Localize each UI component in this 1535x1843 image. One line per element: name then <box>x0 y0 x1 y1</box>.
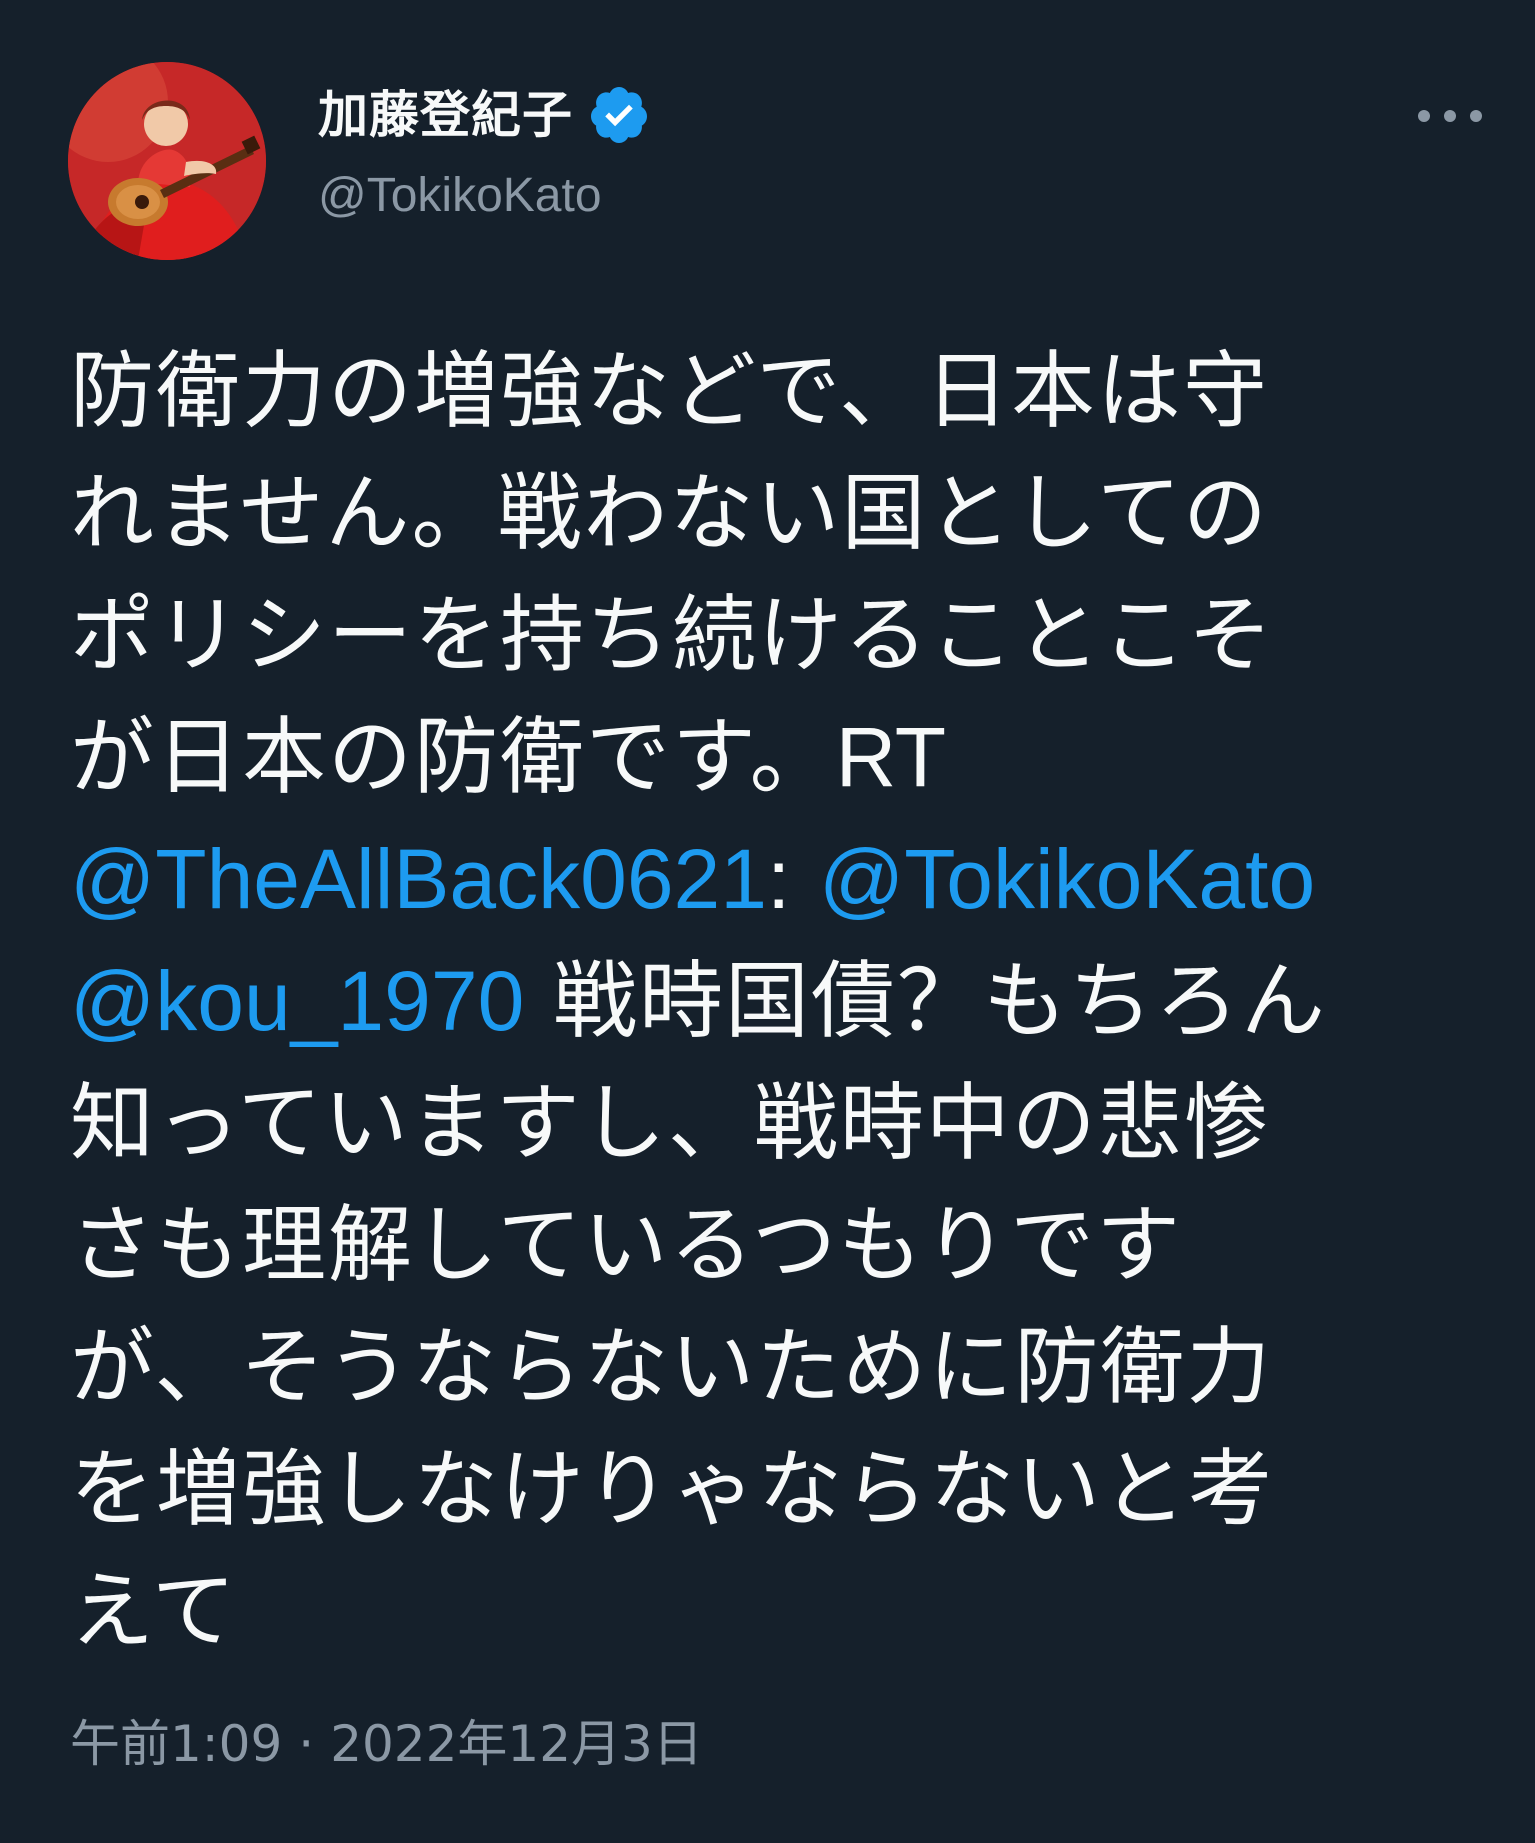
tweet: 加藤登紀子 @TokikoKato 防衛力の増強などで、日本は守 れません。戦わ… <box>0 0 1535 1843</box>
author-handle[interactable]: @TokikoKato <box>318 166 602 226</box>
display-name[interactable]: 加藤登紀子 <box>318 82 573 148</box>
tweet-date[interactable]: 2022年12月3日 <box>330 1712 703 1776</box>
tweet-text-line: が日本の防衛です。RT <box>70 696 1470 818</box>
retweet-marker: RT <box>835 710 947 804</box>
colon-text: : <box>766 832 791 926</box>
tweet-text-line: を増強しなけりゃならないと考 <box>70 1440 1275 1538</box>
tweet-text-segment: が日本の防衛です。 <box>70 708 836 806</box>
ellipsis-icon-dot <box>1418 110 1430 122</box>
ellipsis-icon-dot <box>1470 110 1482 122</box>
tweet-text-line: れません。戦わない国としての <box>70 464 1269 562</box>
mention-link[interactable]: @kou_1970 <box>70 954 524 1048</box>
tweet-text-line: えて <box>70 1562 238 1660</box>
tweet-text-line: @TheAllBack0621: @TokikoKato <box>70 818 1470 940</box>
tweet-text-line: 知っていますし、戦時中の悲惨 <box>70 1074 1270 1172</box>
meta-separator: · <box>298 1715 315 1773</box>
tweet-text: 防衛力の増強などで、日本は守 れません。戦わない国としての ポリシーを持ち続ける… <box>70 330 1470 1672</box>
tweet-text-line: が、そうならないために防衛力 <box>70 1318 1273 1416</box>
mention-link[interactable]: @TokikoKato <box>819 832 1315 926</box>
tweet-text-segment: 戦時国債？もちろん <box>553 952 1328 1050</box>
more-options-button[interactable] <box>1418 96 1482 136</box>
tweet-text-line: @kou_1970 戦時国債？もちろん <box>70 940 1470 1062</box>
tweet-text-line: さも理解しているつもりです <box>70 1196 1183 1294</box>
ellipsis-icon-dot <box>1444 110 1456 122</box>
tweet-text-line: ポリシーを持ち続けることこそ <box>70 586 1275 684</box>
tweet-timestamp[interactable]: 午前1:09 · 2022年12月3日 <box>70 1712 703 1776</box>
author-name-row[interactable]: 加藤登紀子 <box>318 82 651 148</box>
avatar-image <box>68 62 266 260</box>
mention-link[interactable]: @TheAllBack0621 <box>70 832 767 926</box>
tweet-time[interactable]: 午前1:09 <box>70 1712 282 1776</box>
avatar[interactable] <box>68 62 266 260</box>
verified-badge-icon <box>587 83 651 147</box>
tweet-text-line: 防衛力の増強などで、日本は守 <box>70 342 1269 440</box>
